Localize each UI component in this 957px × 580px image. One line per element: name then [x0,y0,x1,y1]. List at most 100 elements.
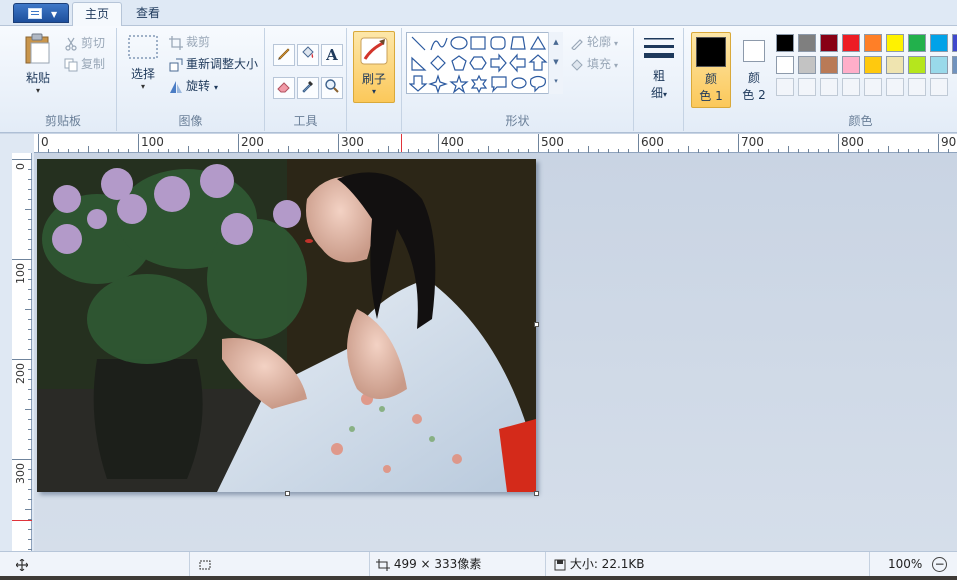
chevron-down-icon[interactable]: ▼ [549,52,563,72]
outline-button[interactable]: 轮廓 ▾ [570,32,618,52]
image-dimensions: 499 × 333像素 [393,557,482,571]
color-1-button[interactable]: 颜 色 1 [691,32,731,108]
palette-color-swatch[interactable] [886,34,904,52]
menu-icon [28,8,42,19]
cut-button[interactable]: 剪切 [64,33,105,53]
shapes-gallery-scrollbar[interactable]: ▲ ▼ ▾ [548,32,563,94]
shapes-gallery-icons[interactable] [409,34,549,94]
palette-color-swatch[interactable] [776,56,794,74]
palette-color-swatch[interactable] [776,34,794,52]
colors-group: 颜 色 1 颜 色 2 颜色 [684,28,957,131]
image-canvas[interactable] [37,159,536,492]
ruler-tick [538,134,539,152]
fill-label: 填充 [587,57,612,71]
fill-tool[interactable] [297,44,319,66]
custom-color-swatch[interactable] [864,78,882,96]
ruler-tick [25,409,32,410]
paste-button[interactable]: 粘贴 ▾ [18,32,58,104]
text-tool[interactable]: A [321,44,343,66]
ruler-tick [138,134,139,152]
ruler-tick [898,149,899,153]
palette-color-swatch[interactable] [842,34,860,52]
ruler-tick [188,146,189,153]
tab-home[interactable]: 主页 [72,2,123,27]
ruler-tick [248,149,249,153]
ruler-tick [258,149,259,153]
eyedropper-icon [302,81,313,93]
ruler-tick [12,259,32,260]
rotate-label: 旋转 [186,79,211,93]
ruler-tick [118,149,119,153]
tab-view[interactable]: 查看 [124,2,172,26]
file-size-cell: 大小: 22.1KB [546,552,870,576]
rotate-button[interactable]: 旋转 ▾ [169,76,218,96]
ruler-tick [198,149,199,153]
palette-color-swatch[interactable] [886,56,904,74]
selection-icon [128,35,158,59]
ruler-tick [518,149,519,153]
custom-color-swatch[interactable] [886,78,904,96]
size-button[interactable]: 粗 细▾ [640,34,678,106]
palette-color-swatch[interactable] [908,34,926,52]
ruler-tick [28,449,32,450]
line-width-icon [644,38,674,58]
color-2-button[interactable]: 颜 色 2 [734,32,774,108]
shapes-gallery: ▲ ▼ ▾ [406,32,563,94]
ruler-tick [25,209,32,210]
copy-label: 复制 [81,57,106,71]
palette-color-swatch[interactable] [798,56,816,74]
ruler-tick [708,149,709,153]
copy-button[interactable]: 复制 [64,54,105,74]
ruler-tick [148,149,149,153]
chevron-up-icon[interactable]: ▲ [549,32,563,52]
canvas-workspace[interactable] [34,154,957,551]
ruler-tick [428,149,429,153]
ruler-tick [28,549,32,550]
pencil-tool[interactable] [273,44,295,66]
palette-color-swatch[interactable] [842,56,860,74]
ruler-tick [388,146,389,153]
palette-color-swatch[interactable] [864,56,882,74]
custom-color-swatch[interactable] [798,78,816,96]
paint-menu-button[interactable]: ▼ [13,3,69,23]
palette-color-swatch[interactable] [952,56,957,74]
color-picker-tool[interactable] [297,77,319,99]
ruler-tick [28,379,32,380]
ruler-tick [658,149,659,153]
gallery-expand-icon[interactable]: ▾ [549,72,563,90]
magnifier-tool[interactable] [321,77,343,99]
custom-color-swatch[interactable] [908,78,926,96]
ruler-tick [308,149,309,153]
resize-handle-corner[interactable] [534,491,539,496]
palette-color-swatch[interactable] [908,56,926,74]
ruler-tick [488,146,489,153]
eraser-tool[interactable] [273,77,295,99]
crop-button[interactable]: 裁剪 [169,32,210,52]
ruler-tick [228,149,229,153]
custom-color-swatch[interactable] [820,78,838,96]
palette-color-swatch[interactable] [952,34,957,52]
palette-color-swatch[interactable] [820,56,838,74]
resize-button[interactable]: 重新调整大小 [169,54,258,74]
ruler-tick [638,134,639,152]
resize-handle-bottom[interactable] [285,491,290,496]
custom-color-swatch[interactable] [776,78,794,96]
custom-color-swatch[interactable] [930,78,948,96]
palette-color-swatch[interactable] [930,34,948,52]
palette-color-swatch[interactable] [820,34,838,52]
zoom-out-button[interactable]: − [932,557,948,572]
brushes-button[interactable]: 刷子 ▾ [353,31,395,103]
ruler-tick [208,149,209,153]
palette-color-swatch[interactable] [864,34,882,52]
ruler-tick [28,429,32,430]
fill-button[interactable]: 填充 ▾ [570,54,618,74]
ruler-label: 800 [841,135,864,149]
ruler-tick [28,469,32,470]
rounded-rectangle-shape-icon [490,36,506,50]
custom-color-swatch[interactable] [842,78,860,96]
select-button[interactable]: 选择 ▾ [125,34,161,106]
palette-color-swatch[interactable] [930,56,948,74]
palette-color-swatch[interactable] [798,34,816,52]
resize-handle-right[interactable] [534,322,539,327]
ruler-tick [608,149,609,153]
